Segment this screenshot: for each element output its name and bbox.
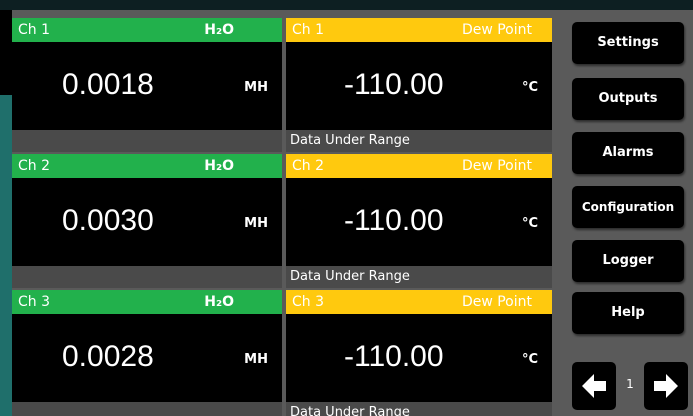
reading-value: 0.0018 <box>62 68 154 101</box>
reading-unit: °C <box>521 216 538 231</box>
reading-unit: MH <box>244 352 268 367</box>
previous-page-button[interactable] <box>572 362 616 410</box>
h2o-tile-ch3[interactable]: Ch 3 H₂O 0.0028 MH <box>12 290 282 416</box>
channel-label: Ch 1 <box>292 22 325 38</box>
channel-grid: Ch 1 H₂O 0.0018 MH Ch 1 Dew Point -110.0… <box>12 18 560 416</box>
channel-label: Ch 2 <box>292 158 325 174</box>
measurement-label: Dew Point <box>461 22 532 38</box>
reading-unit: °C <box>521 80 538 95</box>
arrow-right-icon <box>654 374 678 398</box>
tile-value-area: -110.00 °C <box>286 314 552 402</box>
h2o-tile-ch2[interactable]: Ch 2 H₂O 0.0030 MH <box>12 154 282 288</box>
alarms-button[interactable]: Alarms <box>572 132 684 174</box>
dewpoint-tile-ch3[interactable]: Ch 3 Dew Point -110.00 °C Data Under Ran… <box>286 290 552 416</box>
reading-unit: °C <box>521 352 538 367</box>
tile-status: Data Under Range <box>286 402 552 416</box>
tile-value-area: -110.00 °C <box>286 42 552 130</box>
next-page-button[interactable] <box>644 362 688 410</box>
channel-row-2: Ch 2 H₂O 0.0030 MH Ch 2 Dew Point -110.0… <box>12 154 560 288</box>
page-number: 1 <box>626 377 634 391</box>
outputs-button[interactable]: Outputs <box>572 78 684 120</box>
measurement-label: Dew Point <box>461 158 532 174</box>
h2o-tile-ch1[interactable]: Ch 1 H₂O 0.0018 MH <box>12 18 282 152</box>
reading-unit: MH <box>244 80 268 95</box>
tile-status: Data Under Range <box>286 266 552 288</box>
arrow-left-icon <box>582 374 606 398</box>
tile-status <box>12 266 282 288</box>
reading-value: -110.00 <box>344 340 444 373</box>
tile-value-area: -110.00 °C <box>286 178 552 266</box>
tile-header: Ch 3 Dew Point <box>286 290 552 314</box>
configuration-button[interactable]: Configuration <box>572 186 684 228</box>
device-bezel-left <box>0 95 12 416</box>
settings-button[interactable]: Settings <box>572 22 684 64</box>
channel-row-3: Ch 3 H₂O 0.0028 MH Ch 3 Dew Point -110.0… <box>12 290 560 416</box>
channel-label: Ch 1 <box>18 22 51 38</box>
reading-unit: MH <box>244 216 268 231</box>
channel-label: Ch 3 <box>292 294 325 310</box>
measurement-label: H₂O <box>204 294 234 310</box>
dewpoint-tile-ch2[interactable]: Ch 2 Dew Point -110.00 °C Data Under Ran… <box>286 154 552 288</box>
display-screen: Ch 1 H₂O 0.0018 MH Ch 1 Dew Point -110.0… <box>12 10 693 416</box>
channel-row-1: Ch 1 H₂O 0.0018 MH Ch 1 Dew Point -110.0… <box>12 18 560 152</box>
measurement-label: H₂O <box>204 22 234 38</box>
help-button[interactable]: Help <box>572 292 684 334</box>
logger-button[interactable]: Logger <box>572 240 684 282</box>
measurement-label: Dew Point <box>461 294 532 310</box>
tile-header: Ch 1 Dew Point <box>286 18 552 42</box>
channel-label: Ch 3 <box>18 294 51 310</box>
tile-value-area: 0.0030 MH <box>12 178 282 266</box>
tile-header: Ch 3 H₂O <box>12 290 282 314</box>
dewpoint-tile-ch1[interactable]: Ch 1 Dew Point -110.00 °C Data Under Ran… <box>286 18 552 152</box>
reading-value: 0.0028 <box>62 340 154 373</box>
tile-status <box>12 130 282 152</box>
page-navigation: 1 <box>572 362 690 412</box>
tile-value-area: 0.0028 MH <box>12 314 282 402</box>
reading-value: -110.00 <box>344 68 444 101</box>
device-bezel-top <box>0 0 693 10</box>
tile-status: Data Under Range <box>286 130 552 152</box>
tile-header: Ch 2 Dew Point <box>286 154 552 178</box>
measurement-label: H₂O <box>204 158 234 174</box>
reading-value: -110.00 <box>344 204 444 237</box>
reading-value: 0.0030 <box>62 204 154 237</box>
tile-header: Ch 2 H₂O <box>12 154 282 178</box>
tile-status <box>12 402 282 416</box>
tile-header: Ch 1 H₂O <box>12 18 282 42</box>
tile-value-area: 0.0018 MH <box>12 42 282 130</box>
channel-label: Ch 2 <box>18 158 51 174</box>
